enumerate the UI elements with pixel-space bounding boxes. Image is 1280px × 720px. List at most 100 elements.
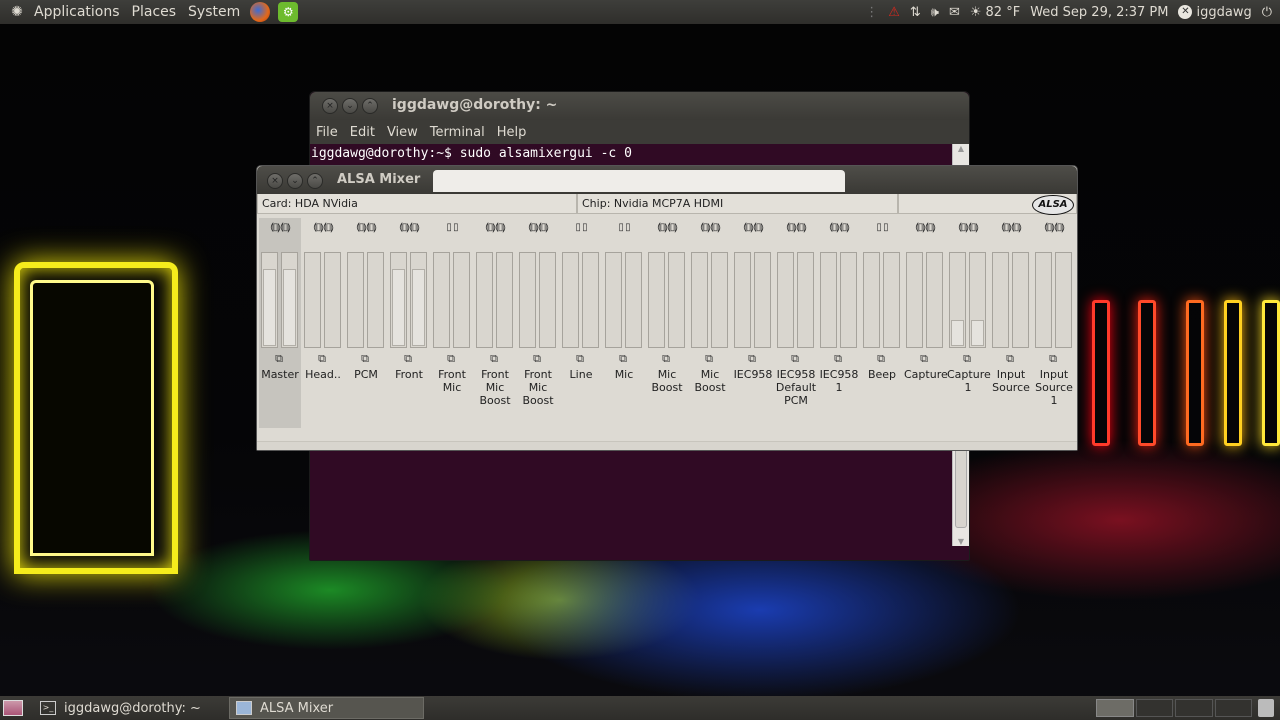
mixer-titlebar[interactable]: × ⌄ ⌃ ALSA Mixer	[257, 166, 1077, 194]
balance-control[interactable]: ⟬▯⟭⟬▯⟭	[474, 222, 516, 233]
balance-control[interactable]: ⟬▯⟭⟬▯⟭	[345, 222, 387, 233]
places-menu[interactable]: Places	[126, 0, 183, 24]
mute-lock-icon[interactable]: ⧉	[573, 353, 587, 365]
volume-slider-right[interactable]	[926, 252, 943, 348]
system-menu[interactable]: System	[182, 0, 246, 24]
volume-slider-right[interactable]	[840, 252, 857, 348]
balance-control[interactable]: ▯ ▯	[603, 222, 645, 233]
volume-slider-right[interactable]	[539, 252, 556, 348]
volume-slider-right[interactable]	[324, 252, 341, 348]
balance-control[interactable]: ⟬▯⟭⟬▯⟭	[302, 222, 344, 233]
volume-slider-left[interactable]	[390, 252, 407, 348]
volume-slider-left[interactable]	[261, 252, 278, 348]
volume-slider-left[interactable]	[777, 252, 794, 348]
mute-lock-icon[interactable]: ⧉	[831, 353, 845, 365]
balance-control[interactable]: ⟬▯⟭⟬▯⟭	[259, 222, 301, 233]
firefox-icon[interactable]	[250, 2, 271, 22]
volume-slider-right[interactable]	[711, 252, 728, 348]
close-icon[interactable]: ×	[267, 173, 283, 189]
volume-slider-left[interactable]	[1035, 252, 1052, 348]
workspace-4[interactable]	[1214, 699, 1252, 717]
balance-control[interactable]: ⟬▯⟭⟬▯⟭	[388, 222, 430, 233]
weather-sun-icon[interactable]: ☀	[970, 5, 982, 20]
volume-slider-left[interactable]	[949, 252, 966, 348]
volume-slider-left[interactable]	[691, 252, 708, 348]
balance-control[interactable]: ⟬▯⟭⟬▯⟭	[1033, 222, 1075, 233]
volume-slider-right[interactable]	[969, 252, 986, 348]
close-icon[interactable]: ×	[322, 98, 338, 114]
scroll-up-icon[interactable]: ▲	[953, 144, 969, 153]
mute-lock-icon[interactable]: ⧉	[444, 353, 458, 365]
volume-slider-right[interactable]	[797, 252, 814, 348]
taskbar-terminal[interactable]: >_ iggdawg@dorothy: ~	[34, 697, 226, 719]
mute-lock-icon[interactable]: ⧉	[272, 353, 286, 365]
volume-slider-right[interactable]	[1055, 252, 1072, 348]
volume-slider-right[interactable]	[668, 252, 685, 348]
balance-control[interactable]: ▯ ▯	[560, 222, 602, 233]
workspace-2[interactable]	[1135, 699, 1173, 717]
scroll-down-icon[interactable]: ▼	[953, 537, 969, 546]
clock[interactable]: Wed Sep 29, 2:37 PM	[1030, 5, 1168, 20]
balance-control[interactable]: ⟬▯⟭⟬▯⟭	[732, 222, 774, 233]
user-status-icon[interactable]: ✕	[1178, 5, 1193, 19]
volume-slider-left[interactable]	[304, 252, 321, 348]
taskbar-alsa-mixer[interactable]: ALSA Mixer	[229, 697, 424, 719]
menu-help[interactable]: Help	[491, 125, 533, 140]
trash-icon[interactable]	[1258, 699, 1274, 717]
workspace-switcher[interactable]	[1096, 699, 1252, 717]
balance-control[interactable]: ▯ ▯	[861, 222, 903, 233]
balance-control[interactable]: ⟬▯⟭⟬▯⟭	[689, 222, 731, 233]
volume-slider-left[interactable]	[648, 252, 665, 348]
volume-icon[interactable]: 🕪	[931, 5, 939, 20]
volume-slider-right[interactable]	[754, 252, 771, 348]
volume-slider-right[interactable]	[281, 252, 298, 348]
mute-lock-icon[interactable]: ⧉	[788, 353, 802, 365]
balance-control[interactable]: ⟬▯⟭⟬▯⟭	[904, 222, 946, 233]
mail-icon[interactable]: ✉	[949, 5, 960, 20]
volume-slider-left[interactable]	[476, 252, 493, 348]
volume-slider-left[interactable]	[734, 252, 751, 348]
user-name[interactable]: iggdawg	[1196, 5, 1251, 20]
network-tools-icon[interactable]: ⚙	[278, 2, 299, 22]
volume-slider-left[interactable]	[433, 252, 450, 348]
volume-slider-right[interactable]	[453, 252, 470, 348]
balance-control[interactable]: ⟬▯⟭⟬▯⟭	[818, 222, 860, 233]
volume-slider-left[interactable]	[562, 252, 579, 348]
mute-lock-icon[interactable]: ⧉	[315, 353, 329, 365]
ubuntu-logo-icon[interactable]: ✺	[6, 4, 28, 20]
balance-control[interactable]: ⟬▯⟭⟬▯⟭	[990, 222, 1032, 233]
volume-slider-right[interactable]	[496, 252, 513, 348]
weather-temperature[interactable]: 82 °F	[986, 5, 1021, 20]
mute-lock-icon[interactable]: ⧉	[960, 353, 974, 365]
balance-control[interactable]: ⟬▯⟭⟬▯⟭	[646, 222, 688, 233]
menu-view[interactable]: View	[381, 125, 424, 140]
power-icon[interactable]: ⏻	[1262, 5, 1272, 20]
volume-slider-left[interactable]	[992, 252, 1009, 348]
balance-control[interactable]: ⟬▯⟭⟬▯⟭	[947, 222, 989, 233]
volume-slider-right[interactable]	[1012, 252, 1029, 348]
mute-lock-icon[interactable]: ⧉	[616, 353, 630, 365]
volume-slider-left[interactable]	[820, 252, 837, 348]
network-arrows-icon[interactable]: ⇅	[910, 5, 921, 20]
applications-menu[interactable]: Applications	[28, 0, 126, 24]
show-desktop-icon[interactable]	[3, 700, 23, 716]
warning-icon[interactable]: ⚠	[888, 5, 900, 20]
mute-lock-icon[interactable]: ⧉	[1046, 353, 1060, 365]
balance-control[interactable]: ▯ ▯	[431, 222, 473, 233]
volume-slider-right[interactable]	[625, 252, 642, 348]
mute-lock-icon[interactable]: ⧉	[745, 353, 759, 365]
minimize-icon[interactable]: ⌄	[342, 98, 358, 114]
volume-slider-right[interactable]	[582, 252, 599, 348]
maximize-icon[interactable]: ⌃	[307, 173, 323, 189]
minimize-icon[interactable]: ⌄	[287, 173, 303, 189]
mute-lock-icon[interactable]: ⧉	[1003, 353, 1017, 365]
mute-lock-icon[interactable]: ⧉	[358, 353, 372, 365]
menu-file[interactable]: File	[310, 125, 344, 140]
volume-slider-right[interactable]	[410, 252, 427, 348]
volume-slider-left[interactable]	[605, 252, 622, 348]
mute-lock-icon[interactable]: ⧉	[874, 353, 888, 365]
workspace-1[interactable]	[1096, 699, 1134, 717]
volume-slider-right[interactable]	[367, 252, 384, 348]
mute-lock-icon[interactable]: ⧉	[401, 353, 415, 365]
mute-lock-icon[interactable]: ⧉	[659, 353, 673, 365]
